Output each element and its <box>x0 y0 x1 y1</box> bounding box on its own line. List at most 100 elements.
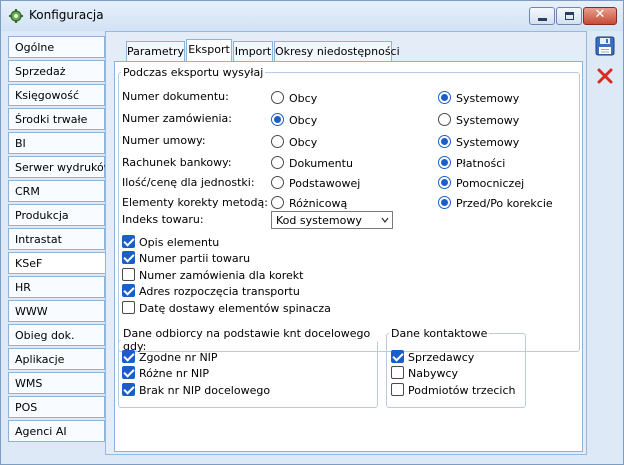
check-numer-zamowienia-korekt[interactable] <box>122 268 135 281</box>
check-label: Różne nr NIP <box>139 367 209 380</box>
gear-icon <box>9 9 23 23</box>
check-label: Datę dostawy elementów spinacza <box>139 302 331 315</box>
sidebar-item-label: Obieg dok. <box>15 329 75 342</box>
red-x-icon[interactable] <box>594 65 616 87</box>
check-podmiotow-trzecich[interactable] <box>391 383 404 396</box>
tab-label: Okresy niedostępności <box>275 45 400 58</box>
sidebar-item-label: WMS <box>15 377 43 390</box>
tab-label: Parametry <box>127 45 184 58</box>
tab-okresy-niedostepnosci[interactable]: Okresy niedostępności <box>274 41 400 62</box>
check-sprzedawcy[interactable] <box>391 350 404 363</box>
radio-numer-umowy-obcy[interactable] <box>271 135 284 148</box>
row-label: Ilość/cenę dla jednostki: <box>122 176 255 189</box>
sidebar-item-label: Sprzedaż <box>15 65 66 78</box>
radio-korekta-przed-po[interactable] <box>438 196 451 209</box>
chevron-down-icon <box>381 217 389 223</box>
radio-numer-dokumentu-systemowy[interactable] <box>438 91 451 104</box>
radio-jednostka-podstawowej[interactable] <box>271 176 284 189</box>
option-label: Różnicową <box>289 197 348 210</box>
contact-group-legend: Dane kontaktowe <box>391 327 488 340</box>
option-label: Podstawowej <box>289 177 361 190</box>
sidebar-item-label: CRM <box>15 185 40 198</box>
maximize-button[interactable] <box>556 7 582 25</box>
sidebar-item-pos[interactable]: POS <box>8 396 105 418</box>
check-opis-elementu[interactable] <box>122 235 135 248</box>
option-label: Dokumentu <box>289 157 353 170</box>
check-zgodne-nip[interactable] <box>122 350 135 363</box>
tab-content-eksport: Podczas eksportu wysyłaj Numer dokumentu… <box>114 61 583 452</box>
index-label: Indeks towaru: <box>122 213 204 226</box>
floppy-disk-icon[interactable] <box>594 35 616 57</box>
sidebar-item-serwer-wydrukow[interactable]: Serwer wydruków <box>8 156 113 178</box>
sidebar-item-label: Produkcja <box>15 209 69 222</box>
sidebar-item-label: WWW <box>15 305 48 318</box>
sidebar-item-label: Ogólne <box>15 41 55 54</box>
radio-numer-umowy-systemowy[interactable] <box>438 135 451 148</box>
title-bar: Konfiguracja ✕ <box>1 1 623 31</box>
sidebar-item-srodki-trwale[interactable]: Środki trwałe <box>8 108 105 130</box>
sidebar-item-agenci-ai[interactable]: Agenci AI <box>8 420 105 442</box>
option-label: Płatności <box>456 157 506 170</box>
sidebar-item-ogolne[interactable]: Ogólne <box>8 36 105 58</box>
check-nabywcy[interactable] <box>391 366 404 379</box>
index-select[interactable]: Kod systemowy <box>271 211 393 229</box>
check-label: Numer partii towaru <box>139 252 251 265</box>
check-label: Opis elementu <box>139 236 220 249</box>
option-label: Obcy <box>289 136 318 149</box>
close-icon: ✕ <box>594 7 606 22</box>
sidebar-item-bi[interactable]: BI <box>8 132 105 154</box>
recipient-group-legend: Dane odbiorcy na podstawie knt doceloweg… <box>123 327 371 353</box>
check-brak-nip[interactable] <box>122 383 135 396</box>
sidebar-item-label: Serwer wydruków <box>15 161 113 174</box>
radio-korekta-roznicowa[interactable] <box>271 196 284 209</box>
maximize-icon <box>565 12 574 20</box>
radio-numer-zamowienia-systemowy[interactable] <box>438 113 451 126</box>
sidebar-item-ksiegowosc[interactable]: Księgowość <box>8 84 105 106</box>
radio-rachunek-platnosci[interactable] <box>438 156 451 169</box>
sidebar-item-label: BI <box>15 137 26 150</box>
tab-eksport[interactable]: Eksport <box>186 39 232 62</box>
sidebar-item-label: Księgowość <box>15 89 79 102</box>
sidebar-item-intrastat[interactable]: Intrastat <box>8 228 105 250</box>
option-label: Systemowy <box>456 114 520 127</box>
radio-jednostka-pomocniczej[interactable] <box>438 176 451 189</box>
sidebar-item-www[interactable]: WWW <box>8 300 105 322</box>
sidebar-item-label: KSeF <box>15 257 43 270</box>
radio-rachunek-dokumentu[interactable] <box>271 156 284 169</box>
export-group-legend: Podczas eksportu wysyłaj <box>123 66 264 79</box>
sidebar-item-produkcja[interactable]: Produkcja <box>8 204 105 226</box>
row-label: Elementy korekty metodą: <box>122 196 268 209</box>
sidebar-item-sprzedaz[interactable]: Sprzedaż <box>8 60 105 82</box>
radio-numer-dokumentu-obcy[interactable] <box>271 91 284 104</box>
sidebar-item-crm[interactable]: CRM <box>8 180 105 202</box>
tab-parametry[interactable]: Parametry <box>126 41 185 62</box>
tab-import[interactable]: Import <box>233 41 273 62</box>
close-button[interactable]: ✕ <box>583 7 617 25</box>
radio-numer-zamowienia-obcy[interactable] <box>271 113 284 126</box>
row-label: Numer umowy: <box>122 134 206 147</box>
sidebar-item-wms[interactable]: WMS <box>8 372 105 394</box>
check-adres-transportu[interactable] <box>122 284 135 297</box>
minimize-button[interactable] <box>529 7 555 25</box>
sidebar-item-hr[interactable]: HR <box>8 276 105 298</box>
sidebar-item-aplikacje[interactable]: Aplikacje <box>8 348 105 370</box>
row-label: Rachunek bankowy: <box>122 156 232 169</box>
row-label: Numer dokumentu: <box>122 90 229 103</box>
check-data-dostawy[interactable] <box>122 301 135 314</box>
sidebar-item-label: Środki trwałe <box>15 113 88 126</box>
tab-label: Eksport <box>188 43 230 56</box>
option-label: Systemowy <box>456 92 520 105</box>
check-rozne-nip[interactable] <box>122 366 135 379</box>
index-select-value: Kod systemowy <box>276 214 362 227</box>
sidebar-item-label: HR <box>15 281 31 294</box>
check-numer-partii[interactable] <box>122 251 135 264</box>
window-title: Konfiguracja <box>29 8 104 22</box>
option-label: Obcy <box>289 92 318 105</box>
settings-panel: Parametry Eksport Import Okresy niedostę… <box>105 31 587 455</box>
sidebar-item-label: Aplikacje <box>15 353 65 366</box>
minimize-icon <box>538 18 547 21</box>
tab-label: Import <box>234 45 272 58</box>
sidebar-item-ksef[interactable]: KSeF <box>8 252 106 274</box>
check-label: Zgodne nr NIP <box>139 351 218 364</box>
sidebar-item-obieg-dok[interactable]: Obieg dok. <box>8 324 105 346</box>
